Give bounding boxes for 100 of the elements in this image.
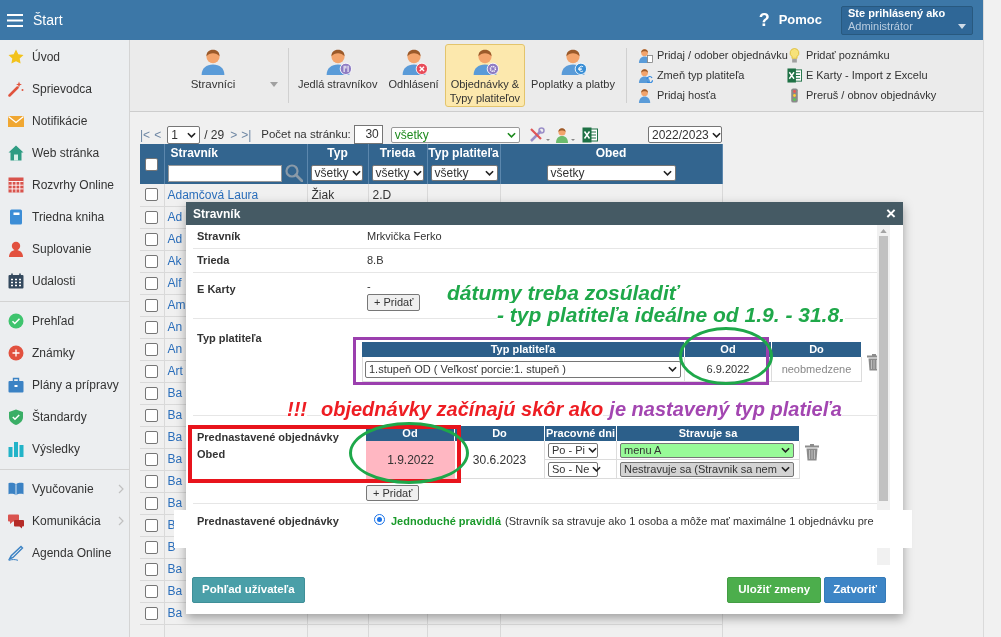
toolbar-link[interactable]: Zmeň typ platiteľa [637, 65, 787, 86]
name-link[interactable]: An [167, 320, 183, 334]
user-icon[interactable] [554, 126, 577, 143]
filter-select[interactable]: všetky [310, 165, 363, 181]
name-link[interactable]: B [167, 540, 176, 554]
name-link[interactable]: Ba [167, 606, 183, 620]
name-link[interactable]: Ad [167, 232, 183, 246]
toolbar-link[interactable]: Pridaj hosťa [637, 85, 787, 106]
row-checkbox[interactable] [145, 584, 159, 598]
row-checkbox[interactable] [145, 518, 159, 532]
days-select[interactable]: Po - Pi [548, 442, 598, 458]
row-checkbox[interactable] [145, 386, 159, 400]
sidebar-item[interactable]: Komunikácia [0, 505, 129, 537]
option-description: (Stravník sa stravuje ako 1 osoba a môže mať maximálne 1 objednávku pre [505, 514, 874, 529]
tools-icon[interactable] [528, 126, 551, 143]
name-link[interactable]: Ba [167, 584, 183, 598]
sidebar-item[interactable]: Plány a prípravy [0, 369, 129, 401]
add-button[interactable]: + Pridať [366, 485, 420, 501]
page-select[interactable]: 1 [167, 125, 201, 144]
annotation-text: je nastavený typ platieľa [609, 398, 842, 421]
row-checkbox[interactable] [145, 276, 159, 290]
row-checkbox[interactable] [145, 210, 159, 224]
row-checkbox[interactable] [145, 298, 159, 312]
meal-select[interactable]: menu A [620, 442, 794, 458]
payer-type-select[interactable]: 1.stupeň OD ( Veľkosť porcie:1. stupeň ) [365, 360, 681, 378]
name-link[interactable]: Adamčová Laura [167, 187, 259, 202]
name-link[interactable]: Ba [167, 562, 183, 576]
name-link[interactable]: Ba [167, 408, 183, 422]
last-page-link[interactable]: >| [241, 125, 252, 144]
sidebar-item[interactable]: Web stránka [0, 137, 129, 169]
sidebar-item[interactable]: Triedna kniha [0, 201, 129, 233]
name-link[interactable]: Ba [167, 430, 183, 444]
days-select[interactable]: So - Ne [548, 461, 598, 477]
row-checkbox[interactable] [145, 254, 159, 268]
meal-select[interactable]: Nestravuje sa (Stravnik sa nem [620, 461, 794, 477]
name-link[interactable]: Ad [167, 210, 183, 224]
row-checkbox[interactable] [145, 430, 159, 444]
sidebar-item[interactable]: Sprievodca [0, 73, 129, 105]
toolbar-button[interactable]: Jedlá stravníkov [293, 44, 383, 107]
name-link[interactable]: Art [167, 364, 183, 378]
toolbar-button[interactable]: Odhlásení [383, 44, 444, 107]
scrollbar-thumb[interactable] [879, 236, 888, 501]
name-link[interactable]: Ba [167, 386, 183, 400]
per-page-field[interactable]: 30 [353, 125, 383, 144]
name-link[interactable]: Ak [167, 254, 182, 268]
select-all-checkbox[interactable] [145, 157, 159, 171]
stravnici-menu[interactable]: Stravníci [138, 44, 288, 107]
sidebar-item[interactable]: Známky [0, 337, 129, 369]
sidebar-item[interactable]: Agenda Online [0, 537, 129, 569]
name-link[interactable]: Ba [167, 496, 183, 510]
filter-select[interactable]: všetky [546, 165, 676, 181]
row-checkbox[interactable] [145, 320, 159, 334]
search-field[interactable] [167, 164, 282, 182]
toolbar-button[interactable]: Poplatky a platby [526, 44, 620, 107]
row-checkbox[interactable] [145, 364, 159, 378]
row-checkbox[interactable] [145, 540, 159, 554]
toolbar-button[interactable]: Objednávky & Typy platiteľov [444, 44, 526, 107]
radio-label[interactable]: Jednoduché pravidlá [391, 513, 502, 530]
name-link[interactable]: Am [167, 298, 186, 312]
sidebar-item[interactable]: Prehľad [0, 305, 129, 337]
sidebar-item[interactable]: Notifikácie [0, 105, 129, 137]
name-link[interactable]: An [167, 342, 183, 356]
name-link[interactable]: Ba [167, 452, 183, 466]
name-link[interactable]: Alf [167, 276, 182, 290]
filter-select[interactable]: všetky [371, 165, 424, 181]
filter-select[interactable]: všetky [390, 126, 520, 143]
spreadsheet-icon[interactable] [581, 126, 598, 143]
row-checkbox[interactable] [145, 452, 159, 466]
row-checkbox[interactable] [145, 188, 159, 202]
toolbar-link[interactable]: E Karty - Import z Excelu [786, 65, 937, 86]
row-checkbox[interactable] [145, 562, 159, 576]
row-checkbox[interactable] [145, 408, 159, 422]
toolbar-link[interactable]: Pridaj / odober objednávku [637, 45, 787, 66]
sidebar-item[interactable]: Výsledky [0, 433, 129, 465]
toolbar-link[interactable]: Pridať poznámku [786, 45, 937, 66]
help-link[interactable]: ? Pomoc [758, 10, 822, 30]
year-select[interactable]: 2022/2023 [648, 126, 722, 143]
sidebar-item[interactable]: Štandardy [0, 401, 129, 433]
sidebar-item[interactable]: Suplovanie [0, 233, 129, 265]
next-page-link[interactable]: > [230, 125, 238, 144]
sidebar-item[interactable]: Rozvrhy Online [0, 169, 129, 201]
check-circle-icon [8, 313, 24, 329]
trash-icon[interactable] [805, 444, 819, 461]
row-checkbox[interactable] [145, 232, 159, 246]
user-menu[interactable]: Ste prihlásený ako Administrátor [841, 5, 973, 35]
menu-icon[interactable] [7, 13, 23, 27]
close-dialog-button[interactable]: Zatvoriť [824, 576, 886, 603]
row-checkbox[interactable] [145, 606, 159, 620]
add-button[interactable]: + Pridať [367, 294, 421, 311]
row-checkbox[interactable] [145, 474, 159, 488]
sidebar-item[interactable]: Udalosti [0, 265, 129, 297]
sidebar-item[interactable]: Úvod [0, 41, 129, 73]
row-checkbox[interactable] [145, 496, 159, 510]
filter-select[interactable]: všetky [430, 165, 498, 181]
name-link[interactable]: Ba [167, 474, 183, 488]
sidebar-item[interactable]: Vyučovanie [0, 473, 129, 505]
toolbar-link[interactable]: Preruš / obnov objednávky [786, 85, 937, 106]
annotation-text: objednávky začínajú skôr ako [321, 398, 604, 421]
row-checkbox[interactable] [145, 342, 159, 356]
close-button[interactable]: × [886, 205, 896, 222]
